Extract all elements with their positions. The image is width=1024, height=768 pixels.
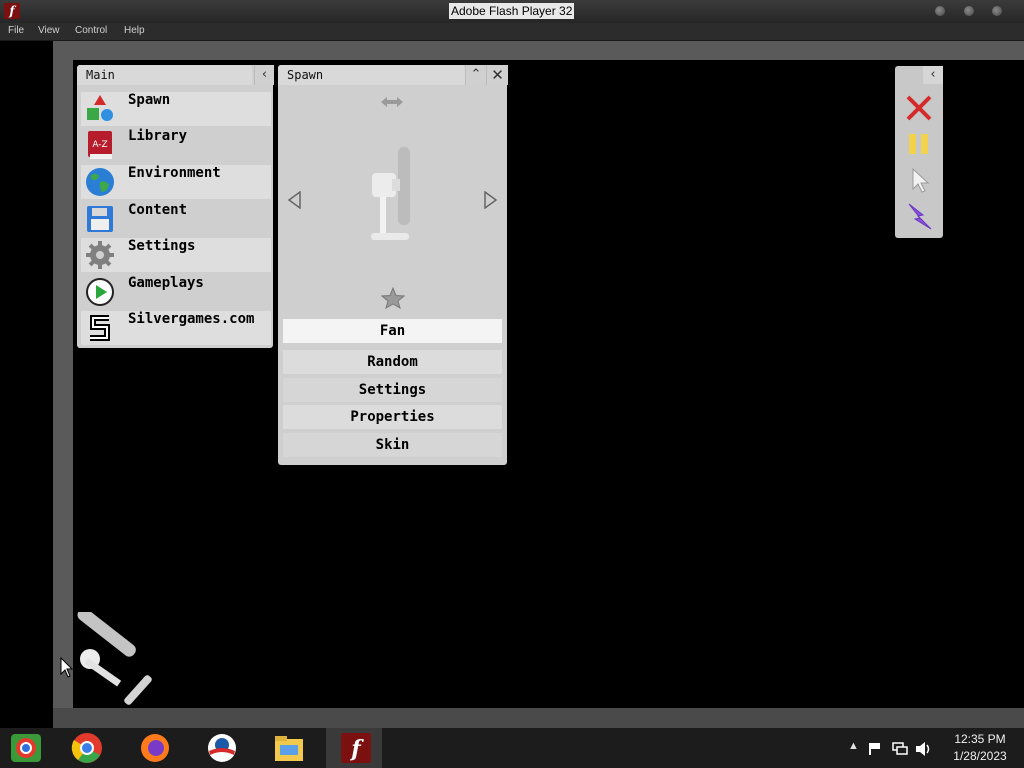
main-item-gameplays[interactable]: Gameplays	[81, 275, 271, 309]
silvergames-logo-icon	[90, 315, 110, 341]
flash-player-icon[interactable]: f	[339, 731, 373, 765]
stage-top-border	[53, 41, 1024, 60]
main-item-settings[interactable]: Settings	[81, 238, 271, 272]
next-item-arrow[interactable]	[482, 191, 498, 209]
volume-icon[interactable]	[915, 741, 933, 757]
menu-file[interactable]: File	[8, 25, 24, 36]
random-option[interactable]: Random	[283, 350, 502, 374]
main-item-silvergames[interactable]: Silvergames.com	[81, 311, 271, 345]
favorite-star-icon[interactable]	[381, 287, 405, 309]
fan-object[interactable]	[68, 612, 154, 710]
main-item-label: Library	[128, 128, 188, 144]
main-item-label: Content	[128, 202, 188, 218]
menu-view[interactable]: View	[38, 25, 60, 36]
close-window-button[interactable]	[992, 6, 1002, 16]
clock-time: 12:35 PM	[954, 732, 1006, 746]
selected-spawn-item[interactable]: Fan	[283, 319, 502, 343]
stage-bottom-border	[53, 708, 1024, 728]
clock-date: 1/28/2023	[953, 749, 1007, 763]
collapse-tool-panel-button[interactable]: ‹	[923, 66, 943, 84]
flip-arrows-icon[interactable]	[379, 95, 405, 109]
main-panel-title: Main	[77, 65, 252, 85]
cursor-icon[interactable]	[909, 167, 931, 195]
main-item-environment[interactable]: Environment	[81, 165, 271, 199]
main-item-label: Spawn	[128, 92, 171, 108]
close-spawn-panel-button[interactable]: ✕	[486, 65, 508, 85]
spawn-panel-title: Spawn	[278, 65, 465, 85]
play-icon	[86, 278, 114, 306]
main-item-label: Gameplays	[128, 275, 204, 291]
main-item-spawn[interactable]: Spawn	[81, 92, 271, 126]
main-item-label: Silvergames.com	[128, 311, 255, 327]
network-icon[interactable]	[892, 741, 908, 757]
maximize-button[interactable]	[964, 6, 974, 16]
settings-option[interactable]: Settings	[283, 378, 502, 402]
spawn-panel: Spawn ⌃ ✕ Fan Random Settings Properties…	[278, 65, 508, 465]
main-item-label: Settings	[128, 238, 196, 254]
main-panel: Main ‹ Spawn A-Z Library Environment Con…	[77, 65, 274, 348]
campaign-logo-icon[interactable]	[205, 731, 239, 765]
window-title-bar: f Adobe Flash Player 32	[0, 0, 1024, 23]
menu-control[interactable]: Control	[75, 25, 107, 36]
flash-app-icon: f	[4, 3, 20, 19]
properties-option[interactable]: Properties	[283, 405, 502, 429]
minimize-button[interactable]	[935, 6, 945, 16]
spawn-shapes-icon	[87, 95, 113, 121]
main-item-content[interactable]: Content	[81, 202, 271, 236]
chrome-icon[interactable]	[70, 731, 104, 765]
collapse-main-panel-button[interactable]: ‹	[254, 65, 274, 85]
book-icon: A-Z	[88, 131, 112, 159]
main-item-library[interactable]: A-Z Library	[81, 128, 271, 162]
chevron-up-icon[interactable]: ⌃	[465, 65, 486, 85]
pause-icon[interactable]	[907, 132, 931, 156]
menu-help[interactable]: Help	[124, 25, 145, 36]
menu-bar: File View Control Help	[0, 23, 1024, 41]
chrome-app-icon[interactable]	[9, 731, 43, 765]
main-item-label: Environment	[128, 165, 221, 181]
lightning-icon[interactable]	[904, 202, 934, 232]
previous-item-arrow[interactable]	[287, 191, 303, 209]
book-letters: A-Z	[92, 140, 107, 150]
file-explorer-icon[interactable]	[272, 731, 306, 765]
show-hidden-icons-button[interactable]: ▲	[848, 740, 859, 752]
window-title: Adobe Flash Player 32	[449, 3, 575, 19]
firefox-icon[interactable]	[138, 731, 172, 765]
fan-preview-image	[371, 147, 410, 240]
flag-icon[interactable]	[868, 742, 882, 756]
mouse-cursor-icon	[60, 657, 74, 678]
taskbar: f ▲	[0, 728, 1024, 768]
close-icon[interactable]	[905, 94, 933, 122]
tool-panel: ‹	[895, 66, 943, 238]
floppy-disk-icon	[87, 206, 113, 232]
gear-icon	[86, 241, 114, 269]
skin-option[interactable]: Skin	[283, 433, 502, 457]
system-clock[interactable]: 12:35 PM 1/28/2023	[942, 731, 1018, 765]
globe-icon	[86, 168, 114, 196]
